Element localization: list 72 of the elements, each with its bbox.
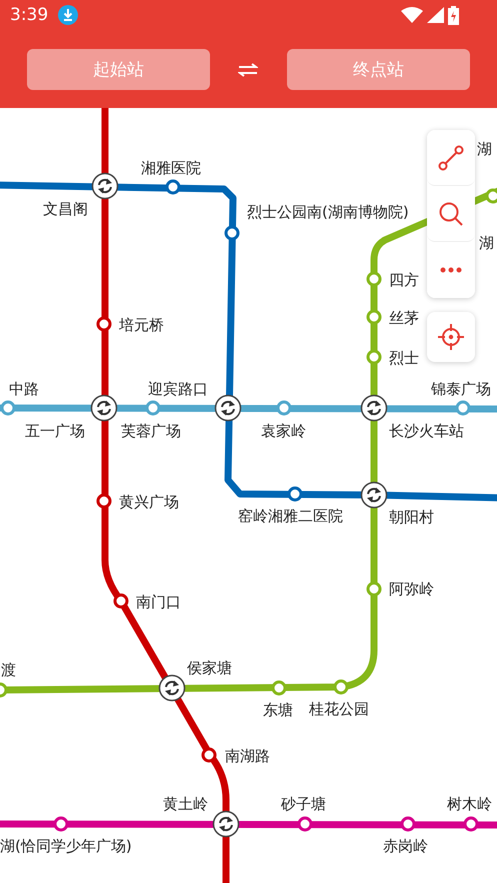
station-marker[interactable]	[0, 682, 8, 698]
station-label: 培元桥	[119, 316, 164, 334]
station-marker[interactable]	[0, 400, 16, 416]
station-label: 湖	[479, 234, 494, 252]
station-marker[interactable]	[166, 180, 180, 194]
station-marker[interactable]	[288, 486, 302, 502]
wifi-icon	[401, 7, 423, 23]
station-label: 芙蓉广场	[121, 422, 181, 440]
station-marker[interactable]	[224, 226, 240, 240]
station-label: 南湖路	[225, 747, 270, 765]
station-label: 湖	[477, 140, 492, 158]
station-marker[interactable]	[456, 400, 470, 416]
locate-icon[interactable]	[427, 312, 475, 362]
station-marker[interactable]	[400, 816, 416, 832]
station-label: 迎宾路口	[148, 380, 208, 398]
station-marker[interactable]	[366, 310, 382, 324]
interchange-icon[interactable]	[92, 172, 118, 200]
station-label: 四方	[389, 271, 419, 289]
interchange-icon[interactable]	[360, 482, 388, 508]
station-label: 湖(恰同学少年广场)	[0, 837, 132, 855]
station-label: 朝阳村	[389, 508, 434, 526]
station-label: 阿弥岭	[389, 580, 434, 598]
station-marker[interactable]	[272, 680, 286, 696]
interchange-icon[interactable]	[212, 810, 240, 838]
station-label: 文昌阁	[43, 200, 88, 218]
start-station-field[interactable]: 起始站	[27, 49, 210, 90]
station-label: 长沙火车站	[389, 422, 464, 440]
station-marker[interactable]	[366, 582, 382, 596]
station-label: 赤岗岭	[383, 837, 428, 855]
station-marker[interactable]	[202, 748, 216, 762]
station-marker[interactable]	[366, 272, 382, 286]
station-marker[interactable]	[96, 494, 112, 508]
station-marker[interactable]	[114, 594, 128, 608]
station-label: 黄土岭	[163, 795, 208, 813]
station-marker[interactable]	[298, 816, 312, 832]
station-marker[interactable]	[366, 350, 382, 364]
station-marker[interactable]	[464, 816, 478, 832]
station-marker[interactable]	[334, 680, 348, 694]
route-icon[interactable]	[427, 130, 475, 186]
station-label: 五一广场	[25, 422, 85, 440]
station-label: 桂花公园	[309, 700, 369, 718]
signal-icon	[427, 7, 444, 23]
station-label: 东塘	[263, 701, 293, 719]
station-label: 黄兴广场	[119, 493, 179, 511]
station-label: 丝茅	[389, 309, 419, 327]
station-label: 渡	[1, 661, 16, 679]
station-label: 南门口	[136, 593, 181, 611]
station-label: 袁家岭	[261, 422, 306, 440]
interchange-icon[interactable]	[158, 674, 186, 702]
status-time: 3:39	[10, 5, 48, 25]
end-station-field[interactable]: 终点站	[287, 49, 470, 90]
station-label: 砂子塘	[281, 795, 326, 813]
station-marker[interactable]	[486, 188, 497, 204]
station-marker[interactable]	[54, 816, 68, 832]
station-label: 窑岭湘雅二医院	[238, 507, 343, 525]
metro-map[interactable]: 湖 湘雅医院 文昌阁 烈士公园南(湖南博物院) 湖 四方 培元桥 丝茅 烈士 中路 迎宾路口 锦泰广场 五一广场 芙蓉广场 袁家岭 长沙火车站 黄兴广场 窑岭湘雅二医院 朝阳村 南门口 阿弥岭 渡 侯家塘 东塘 桂花公园 南湖路 黄土岭 砂子塘 树木岭 湖(恰同学少年广场) 赤岗岭	[0, 108, 497, 883]
station-label: 锦泰广场	[431, 380, 491, 398]
station-marker[interactable]	[146, 400, 160, 416]
download-icon	[58, 5, 78, 25]
station-label: 侯家塘	[187, 659, 232, 677]
battery-icon	[448, 6, 459, 24]
interchange-icon[interactable]	[360, 394, 388, 422]
station-label: 中路	[9, 380, 39, 398]
interchange-icon[interactable]	[214, 394, 242, 422]
station-label: 湘雅医院	[141, 159, 201, 177]
station-label: 烈士公园南(湖南博物院)	[247, 203, 409, 221]
station-marker[interactable]	[96, 316, 112, 332]
station-marker[interactable]	[276, 400, 292, 416]
station-label: 烈士	[389, 349, 419, 367]
swap-icon[interactable]	[238, 62, 258, 76]
station-label: 树木岭	[447, 795, 492, 813]
interchange-icon[interactable]	[90, 394, 118, 422]
